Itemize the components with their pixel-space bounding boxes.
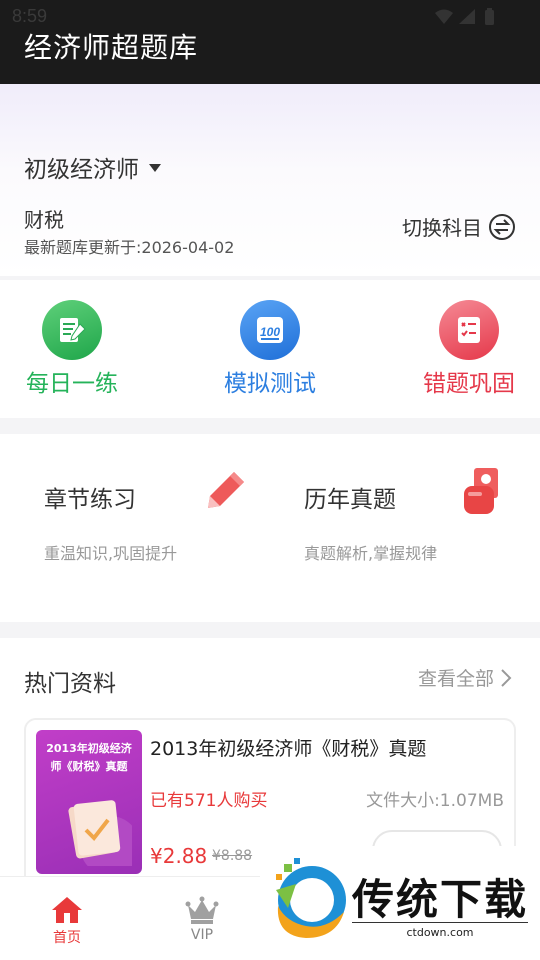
status-icons — [435, 8, 494, 25]
hot-materials-title: 热门资料 — [24, 671, 116, 697]
cover-line-2: 师《财税》真题 — [50, 760, 128, 773]
home-icon — [52, 897, 82, 923]
app-bar: 8:59 经济师超题库 — [0, 0, 540, 84]
nav-vip[interactable]: VIP — [162, 895, 242, 943]
material-old-price: ¥8.88 — [212, 848, 253, 864]
mock-test-button[interactable]: 100 模拟测试 — [200, 300, 340, 398]
watermark-overlay: 传统下载 ctdown.com — [260, 846, 540, 960]
scroll-hand-icon — [464, 468, 498, 514]
level-label: 初级经济师 — [24, 157, 139, 183]
watermark-url: ctdown.com — [352, 922, 528, 939]
battery-icon — [485, 10, 494, 25]
material-title: 2013年初级经济师《财税》真题 — [150, 738, 427, 760]
view-all-link[interactable]: 查看全部 — [418, 664, 512, 691]
nav-vip-label: VIP — [190, 927, 214, 943]
update-date: 最新题库更新于:2026-04-02 — [24, 238, 235, 257]
mock-test-label: 模拟测试 — [224, 371, 316, 397]
switch-subject-label: 切换科目 — [402, 216, 482, 240]
view-all-label: 查看全部 — [417, 668, 494, 690]
exam-info-section: 初级经济师 财税 最新题库更新于:2026-04-02 切换科目 — [0, 84, 540, 276]
score-100-icon: 100 — [240, 300, 300, 360]
material-file-size: 文件大小:1.07MB — [366, 791, 504, 811]
signal-icon — [459, 9, 475, 24]
quick-actions: 每日一练 100 模拟测试 错题巩固 — [0, 280, 540, 418]
checklist-icon — [439, 300, 499, 360]
material-price: ¥2.88 — [150, 844, 208, 868]
crown-icon — [185, 896, 219, 924]
app-screen: 8:59 经济师超题库 初级经济师 财税 最新题库更新于:2026-04-02 … — [0, 0, 540, 960]
practice-section: 章节练习 重温知识,巩固提升 历年真题 真题解析,掌握规律 — [0, 434, 540, 622]
swap-icon — [489, 213, 515, 240]
past-exams-title: 历年真题 — [304, 487, 396, 513]
level-dropdown[interactable]: 初级经济师 — [24, 150, 161, 184]
daily-practice-label: 每日一练 — [26, 371, 118, 397]
material-buyers: 已有571人购买 — [150, 791, 268, 811]
watermark-brand: 传统下载 — [352, 875, 529, 924]
pencil-icon — [208, 472, 244, 508]
wrong-questions-button[interactable]: 错题巩固 — [399, 300, 539, 398]
caret-down-icon — [149, 164, 161, 172]
daily-practice-button[interactable]: 每日一练 — [2, 300, 142, 398]
nav-home-label: 首页 — [53, 930, 81, 946]
brand-logo-icon — [276, 858, 346, 938]
switch-subject-button[interactable]: 切换科目 — [402, 212, 516, 241]
chapter-practice-card[interactable]: 章节练习 重温知识,巩固提升 — [0, 434, 270, 622]
cover-line-1: 2013年初级经济 — [46, 742, 132, 755]
nav-home[interactable]: 首页 — [27, 895, 107, 947]
chapter-practice-subtitle: 重温知识,巩固提升 — [44, 544, 178, 563]
svg-text:100: 100 — [260, 325, 280, 339]
past-exams-subtitle: 真题解析,掌握规律 — [304, 544, 438, 563]
past-exams-card[interactable]: 历年真题 真题解析,掌握规律 — [270, 434, 540, 622]
wifi-icon — [435, 9, 453, 24]
notepad-check-icon — [68, 800, 132, 866]
app-title: 经济师超题库 — [24, 31, 199, 64]
chapter-practice-title: 章节练习 — [44, 487, 136, 513]
subject-name: 财税 — [24, 208, 64, 232]
material-cover: 2013年初级经济 师《财税》真题 — [36, 730, 142, 874]
wrong-questions-label: 错题巩固 — [423, 371, 515, 397]
notebook-pencil-icon — [42, 300, 102, 360]
chevron-right-icon — [501, 668, 512, 687]
status-time: 8:59 — [12, 6, 48, 26]
